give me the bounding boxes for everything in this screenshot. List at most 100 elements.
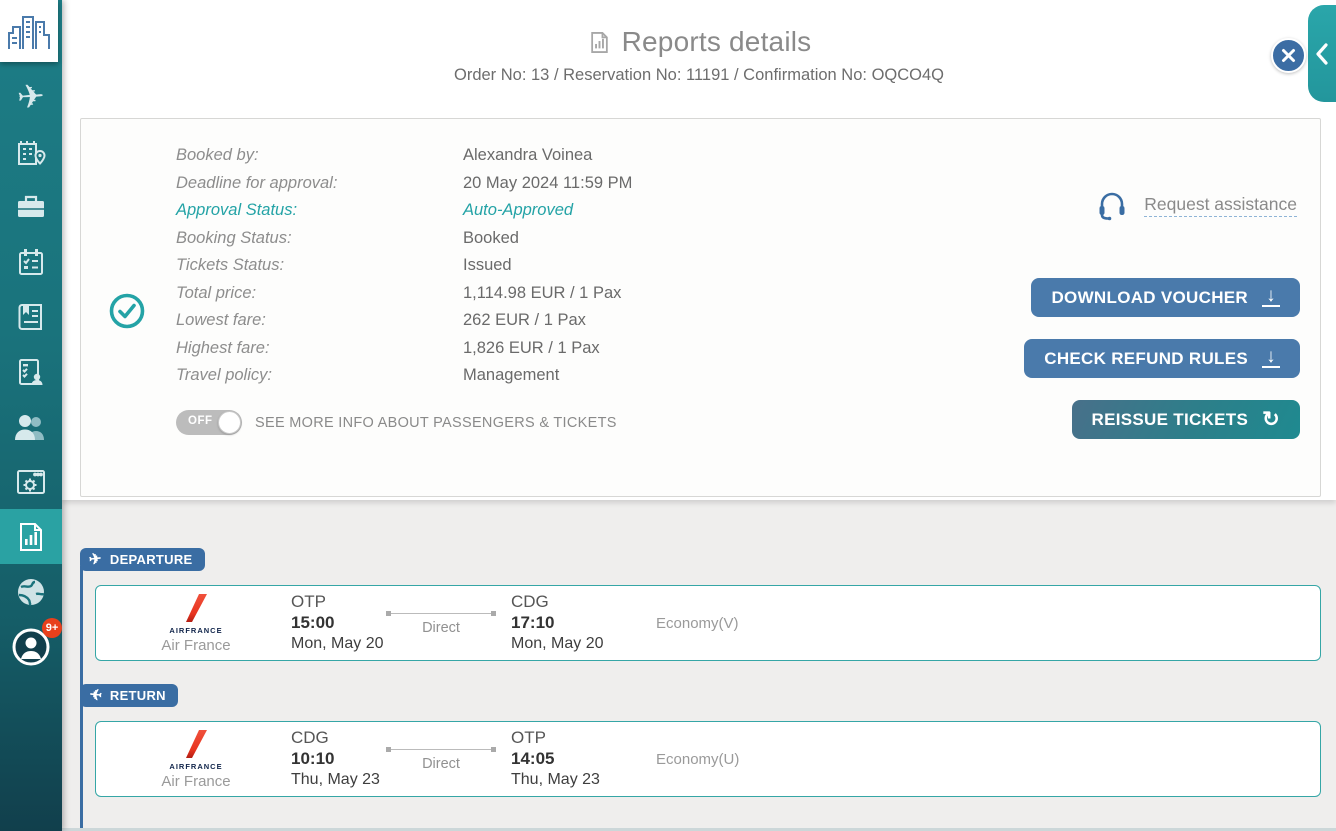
book-icon — [14, 300, 48, 334]
close-button[interactable] — [1271, 38, 1306, 73]
download-voucher-button[interactable]: DOWNLOAD VOUCHER ↓ — [1031, 278, 1300, 317]
window-gear-icon — [14, 465, 48, 499]
plane-landing-icon: ✈ — [88, 687, 102, 703]
summary-row: Deadline for approval:20 May 2024 11:59 … — [176, 170, 632, 198]
page-header: Reports details — [62, 0, 1336, 58]
toggle-description: SEE MORE INFO ABOUT PASSENGERS & TICKETS — [255, 415, 617, 431]
origin-segment: OTP 15:00 Mon, May 20 — [291, 592, 386, 654]
destination-time: 14:05 — [511, 748, 621, 769]
departure-flight-card[interactable]: AIRFRANCE Air France OTP 15:00 Mon, May … — [95, 585, 1321, 661]
summary-row: Lowest fare:262 EUR / 1 Pax — [176, 307, 632, 335]
cabin-class: Economy(U) — [656, 751, 739, 768]
request-assistance[interactable]: Request assistance — [1094, 187, 1297, 223]
air-france-logo — [183, 729, 209, 759]
download-icon: ↓ — [1262, 288, 1280, 307]
people-icon — [12, 410, 50, 444]
summary-row: Total price:1,114.98 EUR / 1 Pax — [176, 280, 632, 308]
reissue-tickets-button[interactable]: REISSUE TICKETS ↻ — [1072, 400, 1301, 439]
download-icon: ↓ — [1262, 349, 1280, 368]
app-logo[interactable] — [0, 0, 58, 62]
return-flight-card[interactable]: AIRFRANCE Air France CDG 10:10 Thu, May … — [95, 721, 1321, 797]
notification-badge: 9+ — [42, 618, 62, 638]
stops-connector: Direct — [386, 611, 496, 636]
origin-date: Mon, May 20 — [291, 633, 386, 654]
hotel-location-icon — [14, 135, 48, 169]
summary-row: Booked by:Alexandra Voinea — [176, 142, 632, 170]
check-refund-rules-button[interactable]: CHECK REFUND RULES ↓ — [1024, 339, 1300, 378]
origin-time: 10:10 — [291, 748, 386, 769]
see-more-toggle[interactable]: OFF — [176, 410, 242, 435]
destination-segment: OTP 14:05 Thu, May 23 — [511, 728, 621, 790]
timeline-connector — [80, 702, 83, 831]
close-icon — [1281, 48, 1296, 63]
sidebar-item-traveller-docs[interactable] — [0, 344, 62, 399]
sidebar-item-flights[interactable]: ✈ — [0, 69, 62, 124]
airplane-icon: ✈ — [16, 79, 46, 114]
clipboard-check-icon — [14, 245, 48, 279]
return-section: ✈ RETURN AIRFRANCE Air France CDG 10:10 … — [80, 684, 1321, 797]
sidebar-item-reports[interactable] — [0, 509, 62, 564]
cabin-class: Economy(V) — [656, 615, 739, 632]
headset-icon — [1094, 187, 1130, 223]
sidebar-nav: ✈ — [0, 69, 62, 674]
briefcase-icon — [14, 190, 48, 224]
sidebar-item-hotels[interactable] — [0, 124, 62, 179]
origin-segment: CDG 10:10 Thu, May 23 — [291, 728, 386, 790]
sidebar-item-business-trips[interactable] — [0, 179, 62, 234]
air-france-logo — [183, 593, 209, 623]
request-assistance-link[interactable]: Request assistance — [1144, 194, 1297, 217]
stops-connector: Direct — [386, 747, 496, 772]
departure-badge: ✈ DEPARTURE — [80, 548, 205, 571]
toggle-state-label: OFF — [188, 415, 213, 427]
destination-date: Mon, May 20 — [511, 633, 621, 654]
destination-segment: CDG 17:10 Mon, May 20 — [511, 592, 621, 654]
check-circle-icon — [108, 292, 146, 330]
sidebar-item-travellers[interactable] — [0, 399, 62, 454]
origin-code: OTP — [291, 592, 386, 612]
toggle-knob[interactable] — [218, 411, 241, 434]
destination-time: 17:10 — [511, 612, 621, 633]
summary-row: Booking Status:Booked — [176, 225, 632, 253]
airline-name: Air France — [141, 637, 251, 654]
origin-code: CDG — [291, 728, 386, 748]
sidebar-item-world[interactable] — [0, 564, 62, 619]
plane-takeoff-icon: ✈ — [88, 551, 102, 567]
collapse-panel-tab[interactable] — [1308, 5, 1336, 102]
globe-icon — [13, 574, 49, 610]
booking-summary-panel: Booked by:Alexandra Voinea Deadline for … — [80, 118, 1321, 497]
sidebar-item-catalog[interactable] — [0, 289, 62, 344]
origin-time: 15:00 — [291, 612, 386, 633]
flight-itinerary: ✈ DEPARTURE AIRFRANCE Air France OTP 15:… — [80, 500, 1321, 797]
sidebar-item-profile[interactable]: 9+ — [0, 619, 62, 674]
sidebar: ✈ — [0, 0, 62, 831]
return-badge: ✈ RETURN — [80, 684, 178, 707]
page-title: Reports details — [622, 26, 812, 58]
document-person-icon — [14, 355, 48, 389]
order-summary-line: Order No: 13 / Reservation No: 11191 / C… — [62, 66, 1336, 85]
report-chart-icon — [14, 520, 48, 554]
airline-block: AIRFRANCE Air France — [141, 729, 251, 790]
airline-brand: AIRFRANCE — [141, 626, 251, 635]
report-chart-icon — [587, 30, 612, 55]
sidebar-item-settings[interactable] — [0, 454, 62, 509]
reports-details-card: Reports details Order No: 13 / Reservati… — [62, 0, 1336, 500]
airline-block: AIRFRANCE Air France — [141, 593, 251, 654]
chevron-left-icon — [1314, 42, 1330, 66]
sidebar-item-bookings[interactable] — [0, 234, 62, 289]
action-buttons: DOWNLOAD VOUCHER ↓ CHECK REFUND RULES ↓ … — [1024, 278, 1300, 439]
stops-label: Direct — [422, 620, 460, 636]
destination-code: CDG — [511, 592, 621, 612]
city-skyline-icon — [7, 11, 51, 51]
origin-date: Thu, May 23 — [291, 769, 386, 790]
airline-brand: AIRFRANCE — [141, 762, 251, 771]
destination-date: Thu, May 23 — [511, 769, 621, 790]
departure-section: ✈ DEPARTURE AIRFRANCE Air France OTP 15:… — [80, 548, 1321, 661]
summary-row: Tickets Status:Issued — [176, 252, 632, 280]
airline-name: Air France — [141, 773, 251, 790]
summary-rows: Booked by:Alexandra Voinea Deadline for … — [176, 142, 632, 390]
stops-label: Direct — [422, 756, 460, 772]
summary-row-approval-status: Approval Status:Auto-Approved — [176, 197, 632, 225]
summary-row: Highest fare:1,826 EUR / 1 Pax — [176, 335, 632, 363]
passengers-toggle-row: OFF SEE MORE INFO ABOUT PASSENGERS & TIC… — [176, 410, 617, 435]
summary-row: Travel policy:Management — [176, 362, 632, 390]
